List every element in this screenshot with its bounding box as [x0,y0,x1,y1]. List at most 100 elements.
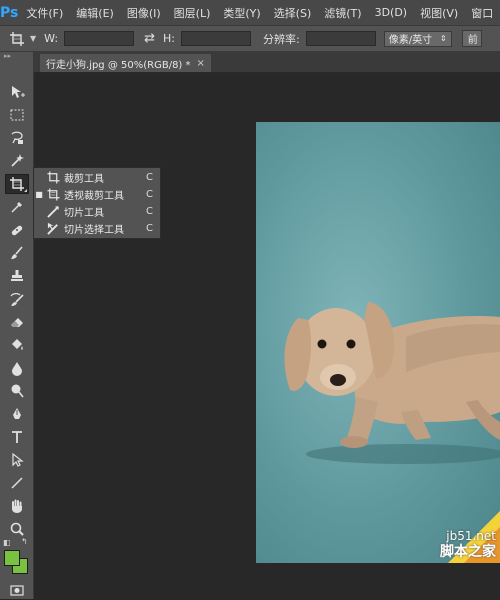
pen-icon [13,408,21,419]
front-image-button[interactable]: 前 [461,30,482,47]
healing-brush-tool[interactable] [5,220,29,240]
line-icon [11,477,23,489]
unit-select[interactable]: 像素/英寸 ⇕ [383,30,452,47]
magic-wand-tool[interactable] [5,151,29,171]
height-field[interactable] [181,31,251,46]
flyout-item-label: 切片工具 [64,207,104,219]
magic-wand-icon [11,154,24,167]
flyout-item-slice-select[interactable]: 切片选择工具 C [34,220,160,236]
menu-file[interactable]: 文件(F) [26,5,63,21]
marquee-icon [10,109,24,121]
hand-icon [12,499,22,513]
line-tool[interactable] [5,473,29,493]
resolution-label: 分辨率: [263,32,300,46]
flyout-item-shortcut: C [146,222,153,234]
crop-icon [44,170,62,184]
water-drop-icon [12,362,22,376]
flyout-item-label: 裁剪工具 [64,173,104,185]
flyout-item-shortcut: C [146,205,153,217]
menu-edit[interactable]: 编辑(E) [76,5,114,21]
move-icon [12,86,25,98]
menu-image[interactable]: 图像(I) [127,5,161,21]
current-tool-bullet: ■ [35,189,43,199]
swap-colors-icon[interactable]: ↰ [21,537,28,546]
height-label: H: [163,32,175,45]
menu-layer[interactable]: 图层(L) [174,5,211,21]
menu-bar: Ps 文件(F) 编辑(E) 图像(I) 图层(L) 类型(Y) 选择(S) 滤… [0,0,500,26]
eraser-tool[interactable] [5,312,29,332]
dodge-icon [11,384,24,398]
menu-type[interactable]: 类型(Y) [223,5,260,21]
crop-tools-flyout: 裁剪工具 C ■ 透视裁剪工具 C 切片工具 C 切片选择工具 C [33,167,161,239]
width-label: W: [44,32,59,45]
blur-tool[interactable] [5,358,29,378]
close-icon[interactable]: × [197,58,205,69]
marquee-tool[interactable] [5,105,29,125]
stamp-icon [11,270,23,281]
width-field[interactable] [64,31,135,46]
zoom-tool[interactable] [5,519,29,539]
menu-3d[interactable]: 3D(D) [375,6,408,19]
photoshop-logo[interactable]: Ps [0,0,18,25]
slice-select-icon [44,221,62,235]
dodge-tool[interactable] [5,381,29,401]
tools-panel: ▸▸ ◧ ↰ [0,52,34,599]
swap-arrows-icon[interactable]: ⇄ [144,31,155,46]
lasso-icon [11,131,23,144]
flyout-item-perspective-crop[interactable]: ■ 透视裁剪工具 C [34,186,160,202]
perspective-crop-tool-icon [10,177,24,191]
crop-tool[interactable] [5,174,29,194]
watermark-text: 脚本之家 [440,544,496,560]
brush-tool[interactable] [5,243,29,263]
quick-mask-toggle[interactable] [5,580,29,600]
move-tool[interactable] [5,82,29,102]
document-tab[interactable]: 行走小狗.jpg @ 50%(RGB/8) * × [40,54,211,72]
document-tab-title: 行走小狗.jpg @ 50%(RGB/8) * [46,59,191,71]
flyout-item-label: 透视裁剪工具 [64,190,124,202]
history-brush-icon [10,293,24,306]
perspective-crop-icon [44,187,62,201]
zoom-icon [10,522,24,536]
path-selection-icon [12,452,24,467]
flyout-item-shortcut: C [146,171,153,183]
type-icon [12,431,22,443]
tool-preset-picker[interactable] [6,29,28,49]
eyedropper-icon [11,202,22,213]
unit-select-value: 像素/英寸 [388,35,433,46]
paint-bucket-icon [12,339,23,350]
menu-filter[interactable]: 滤镜(T) [324,5,361,21]
path-selection-tool[interactable] [5,450,29,470]
document-tab-bar: 行走小狗.jpg @ 50%(RGB/8) * × [34,52,500,73]
bandage-icon [11,225,23,236]
options-bar: ▼ W: ⇄ H: 分辨率: 像素/英寸 ⇕ 前 [0,26,500,52]
chevron-down-icon[interactable]: ▼ [30,34,36,43]
dog-photo-image [284,302,500,464]
select-arrows-icon: ⇕ [440,34,447,43]
history-brush-tool[interactable] [5,289,29,309]
flyout-item-label: 切片选择工具 [64,224,124,236]
eyedropper-tool[interactable] [5,197,29,217]
foreground-color-swatch[interactable] [4,550,20,566]
quick-mask-icon [10,585,24,596]
menu-select[interactable]: 选择(S) [274,5,312,21]
default-colors-icon[interactable]: ◧ [3,538,11,547]
hand-tool[interactable] [5,496,29,516]
resolution-field[interactable] [305,31,376,46]
document-image[interactable]: jb51.net 脚本之家 [256,122,500,563]
panel-grip-icon[interactable]: ▸▸ [0,52,33,62]
front-image-label: 前 [467,35,478,46]
clone-stamp-tool[interactable] [5,266,29,286]
flyout-item-shortcut: C [146,188,153,200]
eraser-icon [11,318,23,327]
type-tool[interactable] [5,427,29,447]
slice-icon [44,204,62,218]
menu-view[interactable]: 视图(V) [420,5,458,21]
brush-icon [11,246,23,259]
perspective-crop-icon [10,31,24,46]
flyout-item-slice[interactable]: 切片工具 C [34,203,160,219]
paint-bucket-tool[interactable] [5,335,29,355]
menu-window[interactable]: 窗口 [471,5,493,21]
pen-tool[interactable] [5,404,29,424]
flyout-item-crop[interactable]: 裁剪工具 C [34,169,160,185]
lasso-tool[interactable] [5,128,29,148]
